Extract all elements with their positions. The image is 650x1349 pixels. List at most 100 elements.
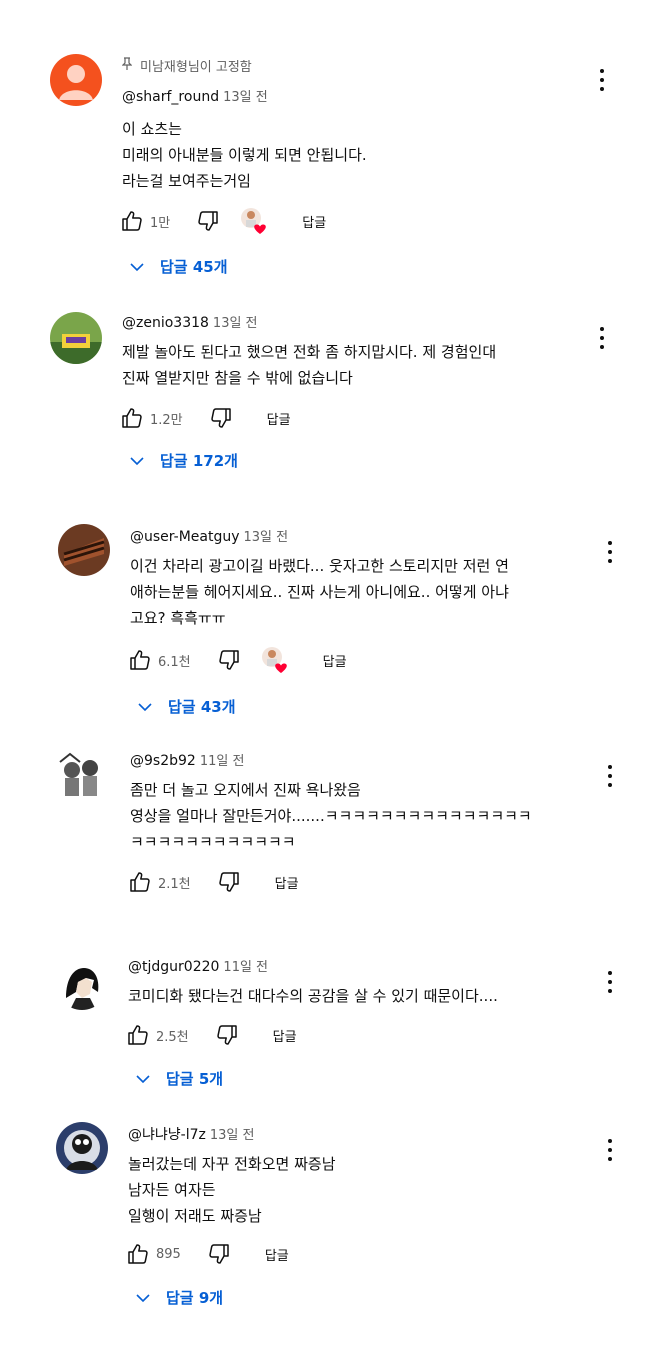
comment-header: @냐냐냥-l7z 13일 전 — [128, 1126, 254, 1145]
action-bar: 2.1천 답글 — [128, 867, 299, 897]
author-handle[interactable]: @zenio3318 — [122, 315, 209, 331]
thumbs-down-icon[interactable] — [196, 209, 220, 233]
comment-text: 이건 차라리 광고이길 바랬다... 웃자고한 스토리지만 저런 연 애하는분들… — [130, 553, 509, 631]
thumbs-up-icon[interactable] — [120, 209, 144, 233]
view-replies-button[interactable]: 답글 43개 — [136, 696, 236, 717]
chevron-down-icon — [128, 258, 146, 276]
creator-heart-icon — [261, 646, 289, 674]
more-vertical-icon[interactable] — [600, 762, 620, 790]
avatar[interactable] — [50, 312, 102, 364]
comment-line: 영상을 얼마나 잘만든거야.......ㅋㅋㅋㅋㅋㅋㅋㅋㅋㅋㅋㅋㅋㅋㅋ — [130, 807, 532, 825]
comment-line: 코미디화 됐다는건 대다수의 공감을 살 수 있기 때문이다.... — [128, 987, 498, 1005]
more-vertical-icon[interactable] — [600, 1136, 620, 1164]
reply-button[interactable]: 답글 — [273, 1026, 297, 1045]
comment-line: 좀만 더 놀고 오지에서 진짜 욕나왔음 — [130, 781, 361, 799]
comment-line: 미래의 아내분들 이렇게 되면 안됩니다. — [122, 146, 367, 164]
author-handle[interactable]: @tjdgur0220 — [128, 959, 219, 975]
action-bar: 2.5천 답글 — [126, 1020, 297, 1050]
reply-button[interactable]: 답글 — [302, 212, 326, 231]
view-replies-button[interactable]: 답글 172개 — [128, 450, 238, 471]
avatar[interactable] — [56, 1122, 108, 1174]
comment-header: @tjdgur0220 11일 전 — [128, 958, 268, 977]
comment-text: 이 쇼츠는 미래의 아내분들 이렇게 되면 안됩니다. 라는걸 보여주는거임 — [122, 116, 367, 194]
reply-button[interactable]: 답글 — [267, 409, 291, 428]
author-handle[interactable]: @냐냐냥-l7z — [128, 1127, 206, 1143]
comment-time[interactable]: 13일 전 — [213, 316, 258, 331]
action-bar: 1만 답글 — [120, 206, 326, 236]
comment-text: 놀러갔는데 자꾸 전화오면 짜증남 남자든 여자든 일행이 저래도 짜증남 — [128, 1151, 336, 1229]
thumbs-up-icon[interactable] — [128, 870, 152, 894]
comment-line: 제발 놀아도 된다고 했으면 전화 좀 하지맙시다. 제 경험인대 — [122, 343, 497, 361]
comment-time[interactable]: 11일 전 — [223, 960, 268, 975]
comment-header: @user-Meatguy 13일 전 — [130, 528, 288, 547]
like-count: 6.1천 — [158, 654, 191, 670]
thumbs-up-icon[interactable] — [128, 648, 152, 672]
pinned-by-text: 미남재형님이 고정함 — [140, 60, 252, 75]
pinned-label: 미남재형님이 고정함 — [121, 56, 252, 75]
thumbs-up-icon[interactable] — [120, 406, 144, 430]
pin-icon — [121, 57, 134, 75]
more-vertical-icon[interactable] — [600, 968, 620, 996]
avatar[interactable] — [50, 54, 102, 106]
comment-text: 제발 놀아도 된다고 했으면 전화 좀 하지맙시다. 제 경험인대 진짜 열받지… — [122, 339, 496, 391]
comment-line: 애하는분들 헤어지세요.. 진짜 사는게 아니에요.. 어떻게 아냐 — [130, 583, 509, 601]
comment-time[interactable]: 13일 전 — [244, 530, 289, 545]
more-vertical-icon[interactable] — [592, 324, 612, 352]
thumbs-down-icon[interactable] — [217, 870, 241, 894]
comment-header: @sharf_round 13일 전 — [122, 88, 268, 107]
like-count: 2.1천 — [158, 876, 191, 892]
thumbs-down-icon[interactable] — [209, 406, 233, 430]
thumbs-up-icon[interactable] — [126, 1242, 150, 1266]
comment-time[interactable]: 13일 전 — [210, 1128, 255, 1143]
author-handle[interactable]: @sharf_round — [122, 89, 219, 105]
comment-line: 남자든 여자든 — [128, 1181, 216, 1199]
reply-button[interactable]: 답글 — [275, 873, 299, 892]
chevron-down-icon — [128, 452, 146, 470]
avatar[interactable] — [58, 524, 110, 576]
comment-time[interactable]: 13일 전 — [223, 90, 268, 105]
comment-line: 놀러갔는데 자꾸 전화오면 짜증남 — [128, 1155, 336, 1173]
creator-heart-icon — [240, 207, 268, 235]
comment-line: 라는걸 보여주는거임 — [122, 172, 251, 190]
comment-header: @9s2b92 11일 전 — [130, 752, 244, 771]
comment-header: @zenio3318 13일 전 — [122, 314, 258, 333]
reply-button[interactable]: 답글 — [265, 1245, 289, 1264]
view-replies-button[interactable]: 답글 5개 — [134, 1068, 223, 1089]
reply-button[interactable]: 답글 — [323, 651, 347, 670]
replies-count: 답글 43개 — [168, 698, 236, 716]
more-vertical-icon[interactable] — [592, 66, 612, 94]
comment-line: 고요? 흑흑ㅠㅠ — [130, 609, 226, 627]
comment-time[interactable]: 11일 전 — [200, 754, 245, 769]
thumbs-down-icon[interactable] — [207, 1242, 231, 1266]
action-bar: 895 답글 — [126, 1239, 289, 1269]
replies-count: 답글 172개 — [160, 452, 238, 470]
like-count: 895 — [156, 1246, 181, 1262]
avatar[interactable] — [56, 958, 108, 1010]
replies-count: 답글 5개 — [166, 1070, 224, 1088]
comment-line: 이건 차라리 광고이길 바랬다... 웃자고한 스토리지만 저런 연 — [130, 557, 509, 575]
comment-line: 진짜 열받지만 참을 수 밖에 없습니다 — [122, 369, 353, 387]
thumbs-down-icon[interactable] — [217, 648, 241, 672]
comment-line: 일행이 저래도 짜증남 — [128, 1207, 262, 1225]
view-replies-button[interactable]: 답글 45개 — [128, 256, 228, 277]
comment-text: 코미디화 됐다는건 대다수의 공감을 살 수 있기 때문이다.... — [128, 983, 498, 1009]
chevron-down-icon — [134, 1070, 152, 1088]
comment-line: ㅋㅋㅋㅋㅋㅋㅋㅋㅋㅋㅋㅋ — [130, 833, 296, 851]
thumbs-up-icon[interactable] — [126, 1023, 150, 1047]
chevron-down-icon — [136, 698, 154, 716]
comment-line: 이 쇼츠는 — [122, 120, 182, 138]
like-count: 1만 — [150, 215, 171, 231]
comment-text: 좀만 더 놀고 오지에서 진짜 욕나왔음 영상을 얼마나 잘만든거야......… — [130, 777, 532, 855]
action-bar: 1.2만 답글 — [120, 403, 291, 433]
like-count: 2.5천 — [156, 1029, 189, 1045]
replies-count: 답글 45개 — [160, 258, 228, 276]
more-vertical-icon[interactable] — [600, 538, 620, 566]
replies-count: 답글 9개 — [166, 1289, 224, 1307]
action-bar: 6.1천 답글 — [128, 645, 347, 675]
author-handle[interactable]: @user-Meatguy — [130, 529, 240, 545]
avatar[interactable] — [56, 750, 108, 802]
view-replies-button[interactable]: 답글 9개 — [134, 1287, 223, 1308]
thumbs-down-icon[interactable] — [215, 1023, 239, 1047]
like-count: 1.2만 — [150, 412, 183, 428]
author-handle[interactable]: @9s2b92 — [130, 753, 196, 769]
